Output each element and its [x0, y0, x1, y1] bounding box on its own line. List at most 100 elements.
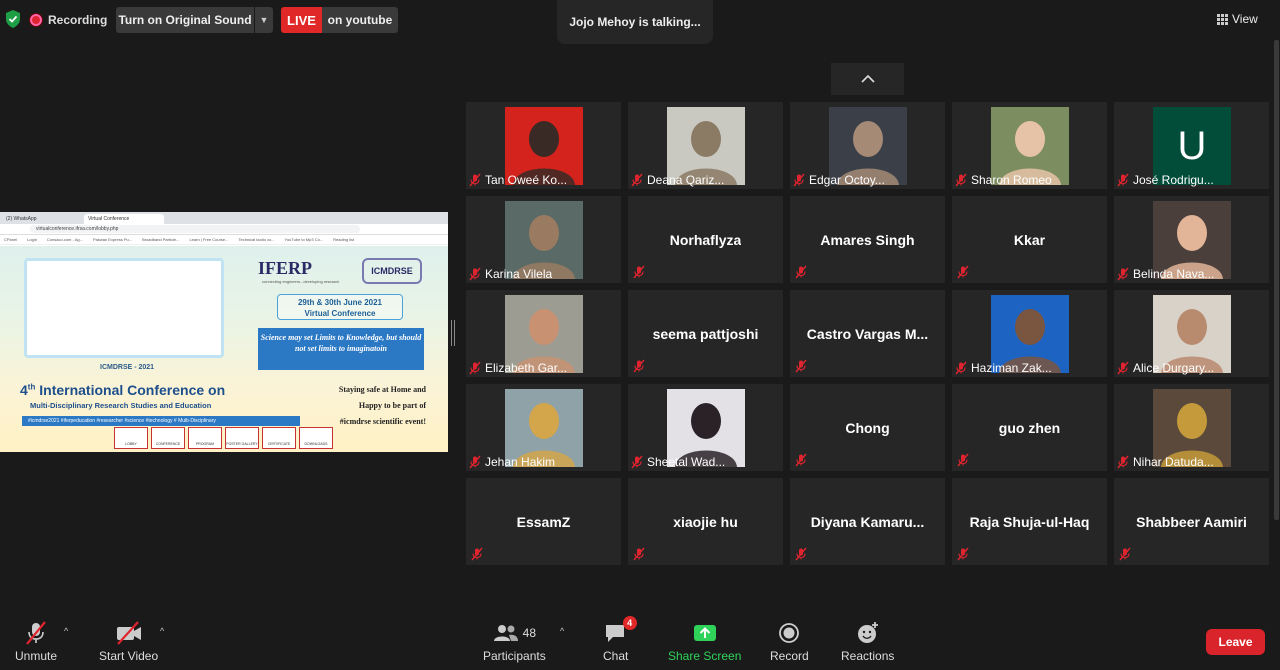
- muted-mic-icon: [468, 267, 482, 281]
- poster-video-frame: [24, 258, 224, 358]
- video-options-chevron-icon[interactable]: ^: [160, 626, 164, 636]
- original-sound-button[interactable]: Turn on Original Sound: [116, 7, 254, 33]
- poster-title: 4th International Conference on: [20, 382, 226, 398]
- record-button[interactable]: Record: [770, 620, 809, 663]
- participant-tile[interactable]: guo zhen: [952, 384, 1107, 471]
- participant-name-label: Sharon Romeo: [954, 172, 1052, 187]
- participant-tile[interactable]: Shabbeer Aamiri: [1114, 478, 1269, 565]
- muted-mic-icon: [794, 547, 808, 561]
- participant-tile[interactable]: Edgar Octoy...: [790, 102, 945, 189]
- recording-label: Recording: [48, 12, 108, 27]
- participants-options-chevron-icon[interactable]: ^: [560, 626, 564, 636]
- participant-tile[interactable]: seema pattjoshi: [628, 290, 783, 377]
- record-icon: [778, 620, 800, 646]
- participant-name: Haziman Zak...: [971, 360, 1052, 375]
- participant-name-label: Karina Vilela: [468, 266, 552, 281]
- participant-name: Chong: [845, 419, 890, 436]
- poster-gallery-button: POSTER GALLERY: [225, 427, 259, 449]
- bookmark: Broadband Particle...: [142, 237, 180, 242]
- participant-name-label: Edgar Octoy...: [792, 172, 885, 187]
- bookmark: Pakwan Express Pu...: [92, 237, 133, 242]
- reactions-button[interactable]: Reactions: [841, 620, 894, 663]
- recording-indicator[interactable]: Recording: [30, 7, 107, 32]
- participant-name: Edgar Octoy...: [809, 172, 885, 187]
- unmute-button[interactable]: Unmute: [15, 620, 57, 663]
- participant-name-label: Tan Oweé Ko...: [468, 172, 567, 187]
- split-view-handle[interactable]: [451, 320, 455, 346]
- meeting-toolbar: Unmute ^ Start Video ^ 48 Participants ^…: [0, 612, 1280, 670]
- participant-tile[interactable]: Elizabeth Gar...: [466, 290, 621, 377]
- chat-button[interactable]: 4 Chat: [603, 616, 637, 663]
- muted-mic-icon: [468, 361, 482, 375]
- participant-name: Nihar Datuda...: [1133, 454, 1214, 469]
- bookmark: Technical taolio co...: [238, 237, 275, 242]
- participant-name-label: José Rodrigu...: [1116, 172, 1214, 187]
- participant-name-center: seema pattjoshi: [628, 290, 783, 377]
- participant-tile[interactable]: Kkar: [952, 196, 1107, 283]
- participant-name: xiaojie hu: [673, 513, 738, 530]
- security-shield-icon[interactable]: [4, 9, 22, 29]
- participant-name-center: Diyana Kamaru...: [790, 478, 945, 565]
- participant-tile[interactable]: Deana Qariz...: [628, 102, 783, 189]
- start-video-label: Start Video: [99, 649, 159, 663]
- participants-icon: [493, 625, 518, 641]
- participant-tile[interactable]: U José Rodrigu...: [1114, 102, 1269, 189]
- shared-screen[interactable]: (2) WhatsApp Virtual Conference virtualc…: [0, 212, 448, 452]
- participant-tile[interactable]: Sharon Romeo: [952, 102, 1107, 189]
- chat-unread-badge: 4: [622, 616, 637, 630]
- share-screen-button[interactable]: Share Screen: [668, 620, 741, 663]
- participant-tile[interactable]: Castro Vargas M...: [790, 290, 945, 377]
- participant-name: Raja Shuja-ul-Haq: [969, 513, 1090, 530]
- browser-url: virtualconference.ifrsa.com/lobby.php: [30, 225, 360, 233]
- participant-tile[interactable]: Amares Singh: [790, 196, 945, 283]
- participant-name: EssamZ: [516, 513, 571, 530]
- participant-tile[interactable]: xiaojie hu: [628, 478, 783, 565]
- participant-name-center: Shabbeer Aamiri: [1114, 478, 1269, 565]
- leave-button[interactable]: Leave: [1206, 629, 1265, 655]
- participant-name: Sharon Romeo: [971, 172, 1052, 187]
- view-button[interactable]: View: [1217, 8, 1258, 30]
- participant-tile[interactable]: EssamZ: [466, 478, 621, 565]
- participant-name: Alice Durgary...: [1133, 360, 1215, 375]
- microphone-muted-icon: [23, 620, 49, 646]
- participant-tile[interactable]: Sheetal Wad...: [628, 384, 783, 471]
- unmute-label: Unmute: [15, 649, 58, 663]
- participant-gallery: Tan Oweé Ko... Deana Qariz... Edgar Octoy.…: [466, 102, 1269, 565]
- live-badge[interactable]: LIVE: [281, 7, 322, 33]
- participant-tile[interactable]: Nihar Datuda...: [1114, 384, 1269, 471]
- audio-options-chevron-icon[interactable]: ^: [64, 626, 68, 636]
- muted-mic-icon: [954, 173, 968, 187]
- live-platform-label[interactable]: on youtube: [322, 7, 398, 33]
- participant-tile[interactable]: Haziman Zak...: [952, 290, 1107, 377]
- muted-mic-icon: [1116, 455, 1130, 469]
- original-sound-dropdown[interactable]: ▼: [255, 7, 273, 33]
- participant-tile[interactable]: Norhaflyza: [628, 196, 783, 283]
- poster-quote: Science may set Limits to Knowledge, but…: [258, 328, 424, 370]
- browser-bookmarks-bar: CPanel Login Consaco.com - Ag... Pakwan …: [0, 235, 448, 245]
- participant-tile[interactable]: Jehan Hakim: [466, 384, 621, 471]
- participant-tile[interactable]: Karina Vilela: [466, 196, 621, 283]
- participant-tile[interactable]: Alice Durgary...: [1114, 290, 1269, 377]
- participant-name: Sheetal Wad...: [647, 454, 726, 469]
- gallery-scrollbar[interactable]: [1274, 40, 1279, 520]
- browser-tab-active: Virtual Conference: [84, 214, 164, 224]
- participant-tile[interactable]: Diyana Kamaru...: [790, 478, 945, 565]
- bookmark: Learn | Free Course...: [189, 237, 229, 242]
- poster-conference-button: CONFERENCE: [151, 427, 185, 449]
- muted-mic-icon: [1116, 361, 1130, 375]
- muted-mic-icon: [792, 173, 806, 187]
- poster-certificate-button: CERTIFICATE: [262, 427, 296, 449]
- participant-tile[interactable]: Chong: [790, 384, 945, 471]
- participants-button[interactable]: 48 Participants: [483, 620, 546, 663]
- poster-frame-tag: ICMDRSE - 2021: [100, 364, 155, 371]
- participant-name: Castro Vargas M...: [806, 325, 929, 342]
- participant-name-center: Norhaflyza: [628, 196, 783, 283]
- gallery-previous-page-button[interactable]: [831, 63, 904, 95]
- participant-name: Shabbeer Aamiri: [1136, 513, 1247, 530]
- poster-hashtags: #icmdrse2021 #iferpeducation #researcher…: [22, 416, 300, 426]
- participant-tile[interactable]: Belinda Nava...: [1114, 196, 1269, 283]
- participant-tile[interactable]: Raja Shuja-ul-Haq: [952, 478, 1107, 565]
- participant-name: Elizabeth Gar...: [485, 360, 568, 375]
- start-video-button[interactable]: Start Video: [99, 620, 158, 663]
- participant-tile[interactable]: Tan Oweé Ko...: [466, 102, 621, 189]
